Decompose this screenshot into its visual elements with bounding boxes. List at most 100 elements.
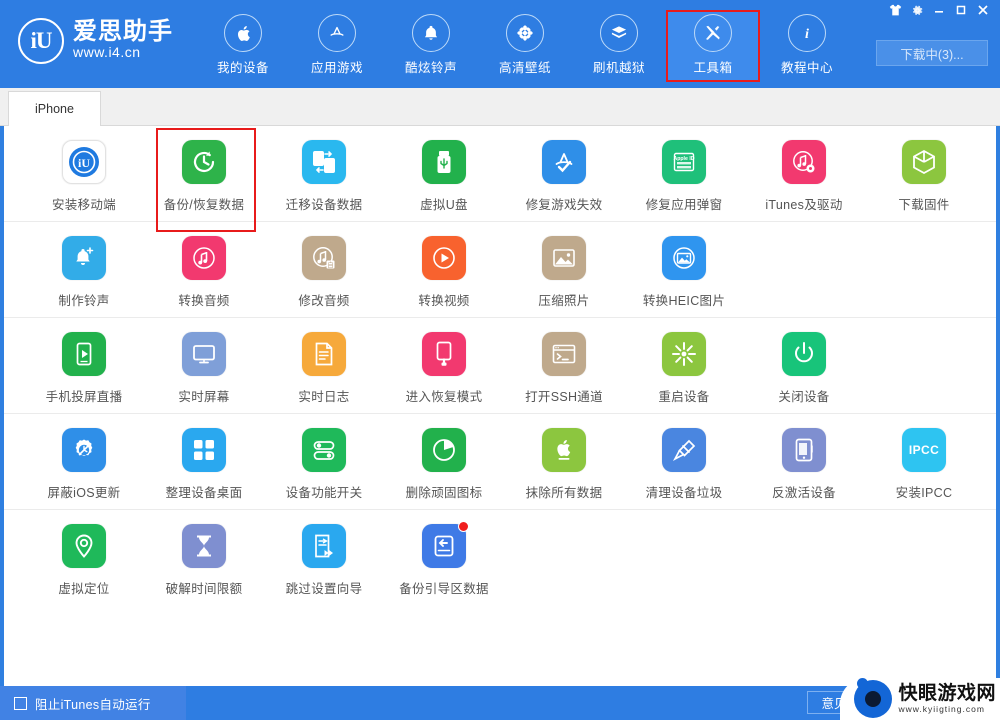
tool-download-firmware[interactable]: 下载固件 (864, 126, 984, 221)
skip-setup-icon (302, 524, 346, 568)
device-tab-strip: iPhone (0, 88, 1000, 126)
tool-erase-all-data[interactable]: 抹除所有数据 (504, 414, 624, 509)
tool-install-mobile-client[interactable]: iU 安装移动端 (24, 126, 144, 221)
heic-convert-icon (662, 236, 706, 280)
tool-label: 反激活设备 (771, 486, 836, 500)
svg-text:i: i (805, 26, 809, 42)
deactivate-icon (782, 428, 826, 472)
tool-organize-desktop[interactable]: 整理设备桌面 (144, 414, 264, 509)
tool-label: 打开SSH通道 (525, 390, 603, 404)
tool-itunes-drivers[interactable]: iTunes及驱动 (744, 126, 864, 221)
nav-item-wallpapers[interactable]: 高清壁纸 (478, 10, 572, 82)
tab-iphone[interactable]: iPhone (8, 91, 101, 126)
power-off-icon (782, 332, 826, 376)
block-update-icon (62, 428, 106, 472)
nav-label: 酷炫铃声 (404, 61, 457, 75)
tool-label: iTunes及驱动 (765, 198, 843, 212)
tool-backup-boot-data[interactable]: 备份引导区数据 (384, 510, 504, 605)
toolbox-grid: iU 安装移动端 备份/恢复数据 迁移设备数据 虚拟U盘 修复游戏失效 Appl… (4, 126, 996, 686)
tool-label: 设备功能开关 (285, 486, 363, 500)
nav-label: 我的设备 (216, 61, 269, 75)
nav-item-apps-games[interactable]: 应用游戏 (290, 10, 384, 82)
tool-row: 制作铃声 转换音频 自 修改音频 转换视频 压缩照片 转换HEIC图片 (4, 222, 996, 318)
block-itunes-checkbox[interactable] (14, 696, 27, 710)
ipcc-icon: IPCC (902, 428, 946, 472)
tool-edit-audio[interactable]: 自 修改音频 (264, 222, 384, 317)
virtual-location-icon (62, 524, 106, 568)
watermark: 快眼游戏网 www.kyiigting.com (854, 678, 996, 718)
tool-convert-audio[interactable]: 转换音频 (144, 222, 264, 317)
tool-virtual-usb[interactable]: 虚拟U盘 (384, 126, 504, 221)
tool-migrate-device-data[interactable]: 迁移设备数据 (264, 126, 384, 221)
tool-row: 虚拟定位 破解时间限额 跳过设置向导 备份引导区数据 (4, 510, 996, 605)
nav-item-ringtones[interactable]: 酷炫铃声 (384, 10, 478, 82)
device-migrate-icon (302, 140, 346, 184)
flower-icon (506, 14, 544, 52)
tool-convert-video[interactable]: 转换视频 (384, 222, 504, 317)
nav-item-toolbox[interactable]: 工具箱 (666, 10, 760, 82)
block-itunes-row[interactable]: 阻止iTunes自动运行 (0, 686, 186, 720)
tool-row: iU 安装移动端 备份/恢复数据 迁移设备数据 虚拟U盘 修复游戏失效 Appl… (4, 126, 996, 232)
tool-deactivate-device[interactable]: 反激活设备 (744, 414, 864, 509)
tool-crack-time-limit[interactable]: 破解时间限额 (144, 510, 264, 605)
tool-backup-restore[interactable]: 备份/恢复数据 (144, 126, 264, 232)
logo-mark-text: iU (30, 27, 53, 53)
close-button[interactable] (972, 0, 994, 20)
tool-label: 跳过设置向导 (285, 582, 363, 596)
tool-label: 修复应用弹窗 (645, 198, 723, 212)
recovery-mode-icon (422, 332, 466, 376)
notification-badge (458, 521, 469, 532)
tool-power-off-device[interactable]: 关闭设备 (744, 318, 864, 413)
tool-label: 清理设备垃圾 (645, 486, 723, 500)
tool-label: 备份/恢复数据 (163, 198, 245, 212)
watermark-name: 快眼游戏网 (898, 683, 996, 705)
apple-id-icon: Apple ID (662, 140, 706, 184)
eye-logo-icon (854, 678, 893, 718)
tool-make-ringtone[interactable]: 制作铃声 (24, 222, 144, 317)
nav-item-my-device[interactable]: 我的设备 (196, 10, 290, 82)
nav-label: 教程中心 (780, 61, 833, 75)
tool-label: 破解时间限额 (165, 582, 243, 596)
minimize-button[interactable] (928, 0, 950, 20)
tool-reboot-device[interactable]: 重启设备 (624, 318, 744, 413)
video-convert-icon (422, 236, 466, 280)
audio-edit-icon: 自 (302, 236, 346, 280)
backup-restore-icon (182, 140, 226, 184)
tool-install-ipcc[interactable]: IPCC 安装IPCC (864, 414, 984, 509)
gear-icon[interactable] (906, 0, 928, 20)
maximize-button[interactable] (950, 0, 972, 20)
tool-virtual-location[interactable]: 虚拟定位 (24, 510, 144, 605)
nav-label: 工具箱 (693, 61, 733, 75)
skin-icon[interactable] (884, 0, 906, 20)
itunes-driver-icon (782, 140, 826, 184)
tool-remove-stubborn-icon[interactable]: 删除顽固图标 (384, 414, 504, 509)
tool-fix-app-popup[interactable]: Apple ID 修复应用弹窗 (624, 126, 744, 221)
tool-skip-setup-wizard[interactable]: 跳过设置向导 (264, 510, 384, 605)
tool-convert-heic[interactable]: 转换HEIC图片 (624, 222, 744, 317)
tool-feature-toggle[interactable]: 设备功能开关 (264, 414, 384, 509)
erase-all-icon (542, 428, 586, 472)
tool-label: 安装IPCC (895, 486, 953, 500)
tool-realtime-log[interactable]: 实时日志 (264, 318, 384, 413)
watermark-url: www.kyiigting.com (898, 703, 985, 714)
tool-realtime-screen[interactable]: 实时屏幕 (144, 318, 264, 413)
tool-block-ios-update[interactable]: 屏蔽iOS更新 (24, 414, 144, 509)
tool-clean-junk[interactable]: 清理设备垃圾 (624, 414, 744, 509)
tool-compress-photo[interactable]: 压缩照片 (504, 222, 624, 317)
ssh-terminal-icon (542, 332, 586, 376)
tool-row: 屏蔽iOS更新 整理设备桌面 设备功能开关 删除顽固图标 抹除所有数据 清理设备… (4, 414, 996, 510)
tool-label: 压缩照片 (538, 294, 590, 308)
nav-item-flash-jailbreak[interactable]: 刷机越狱 (572, 10, 666, 82)
block-itunes-label: 阻止iTunes自动运行 (35, 697, 151, 712)
download-status-button[interactable]: 下载中(3)... (876, 40, 988, 66)
tool-label: 实时屏幕 (178, 390, 230, 404)
tool-label: 下载固件 (898, 198, 950, 212)
tool-enter-recovery-mode[interactable]: 进入恢复模式 (384, 318, 504, 413)
nav-item-tutorial-center[interactable]: i 教程中心 (760, 10, 854, 82)
tool-fix-game-failure[interactable]: 修复游戏失效 (504, 126, 624, 221)
tool-label: 进入恢复模式 (405, 390, 483, 404)
tool-open-ssh-channel[interactable]: 打开SSH通道 (504, 318, 624, 413)
brand-logo: iU 爱思助手 www.i4.cn (18, 18, 173, 64)
tool-screen-cast-live[interactable]: 手机投屏直播 (24, 318, 144, 413)
i4tools-window: iU 爱思助手 www.i4.cn 我的设备 应用游戏 酷炫铃声 高清壁纸 刷机… (0, 0, 1000, 720)
